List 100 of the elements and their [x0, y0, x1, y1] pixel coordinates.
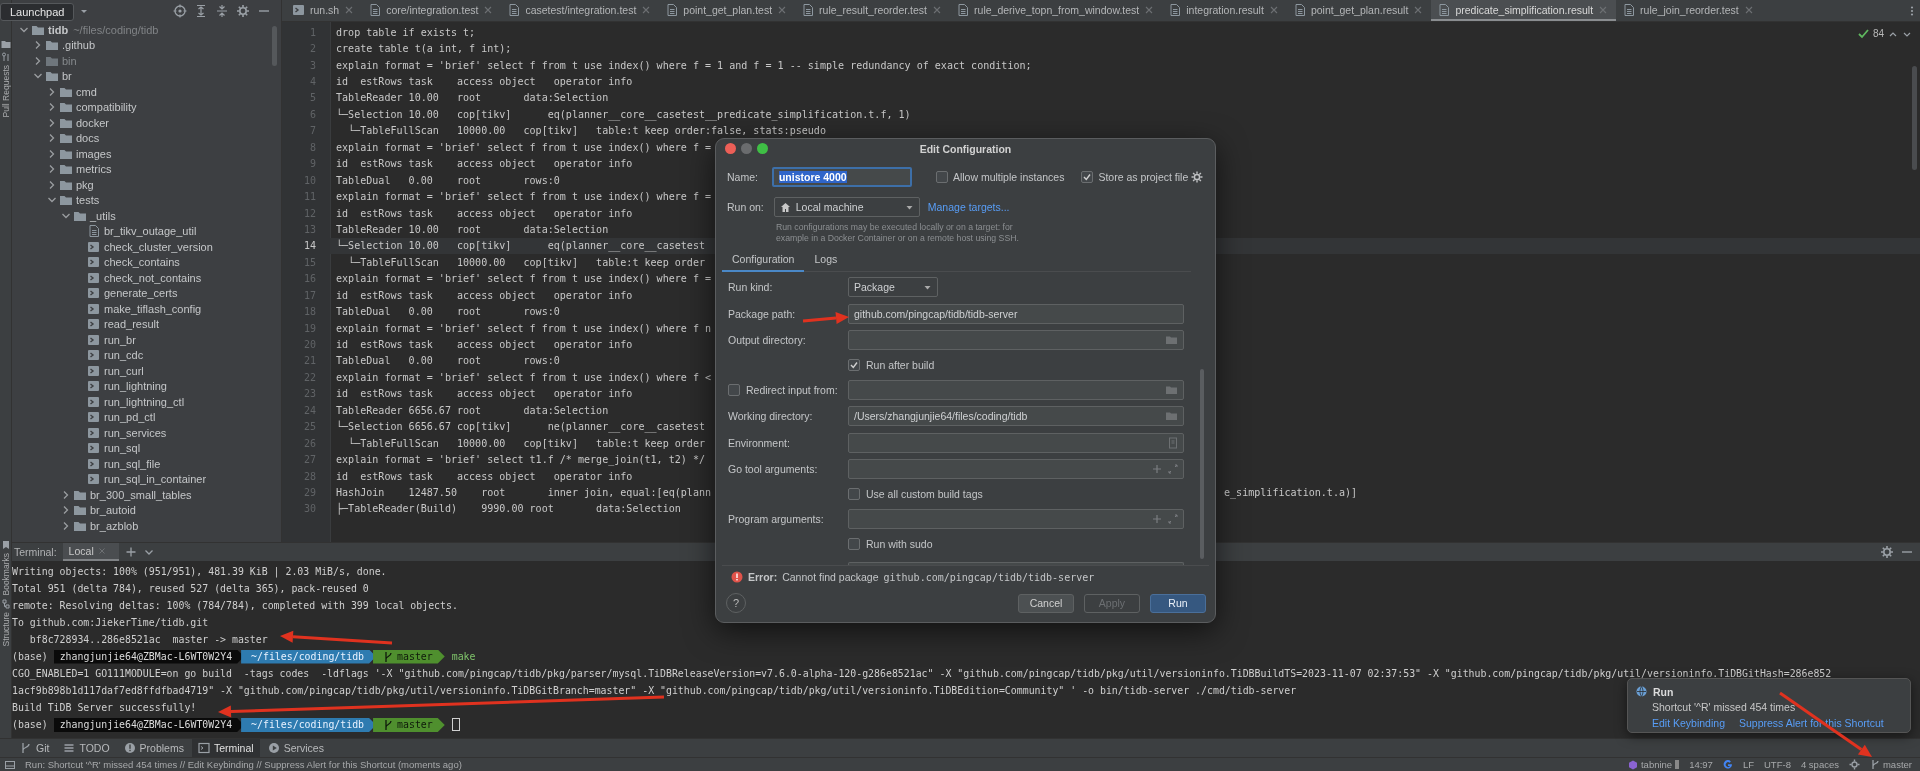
text-field[interactable] — [848, 432, 1184, 453]
minimize-button[interactable] — [741, 143, 752, 154]
tree-item[interactable]: tidb — [48, 23, 69, 36]
tool-window-button[interactable]: Problems — [117, 739, 190, 757]
name-field[interactable]: unistore 4000 — [771, 167, 912, 187]
terminal-tab[interactable]: Local — [62, 543, 119, 561]
scrollbar-thumb[interactable] — [1912, 66, 1917, 170]
folder-icon[interactable] — [0, 39, 11, 49]
editor-tab[interactable]: rule_join_reorder.test — [1616, 0, 1762, 21]
tree-item[interactable]: run_br — [104, 333, 136, 346]
status-item[interactable]: 14:97 — [1689, 759, 1713, 770]
tree-item[interactable]: br_autoid — [90, 504, 136, 517]
expand-all-icon[interactable] — [194, 4, 208, 18]
tool-window-button[interactable]: Services — [261, 739, 330, 757]
tree-item[interactable]: br_tikv_outage_util — [104, 225, 197, 238]
folder-icon[interactable] — [1165, 334, 1178, 347]
status-item[interactable]: tabnine — [1640, 759, 1673, 770]
tree-item[interactable]: run_pd_ctl — [104, 411, 156, 424]
collapse-all-icon[interactable] — [215, 4, 229, 18]
tree-item[interactable]: cmd — [76, 85, 97, 98]
editor-tab[interactable]: predicate_simplification.result — [1431, 0, 1617, 21]
tree-item[interactable]: check_cluster_version — [104, 240, 213, 253]
tree-item[interactable]: check_contains — [104, 256, 180, 269]
inspection-count[interactable]: 84 — [1872, 28, 1884, 39]
tool-window-button[interactable]: Git — [14, 739, 56, 757]
close-button[interactable] — [725, 143, 736, 154]
tree-item[interactable]: run_sql_file — [104, 457, 161, 470]
text-field[interactable] — [848, 508, 1184, 529]
document-icon[interactable] — [1168, 436, 1178, 449]
run-button[interactable]: Run — [1150, 593, 1206, 613]
tree-item[interactable]: docker — [76, 116, 110, 129]
editor-tab[interactable]: rule_result_reorder.test — [795, 0, 951, 21]
bookmark-icon[interactable] — [0, 540, 11, 551]
text-field[interactable]: github.com/pingcap/tidb/tidb-server — [848, 303, 1184, 324]
tree-item[interactable]: pkg — [76, 178, 94, 191]
add-icon[interactable] — [124, 546, 137, 558]
add-icon[interactable] — [1152, 513, 1162, 524]
tree-item[interactable]: read_result — [104, 318, 160, 331]
tree-item[interactable]: check_not_contains — [104, 271, 202, 284]
dialog-tab[interactable]: Logs — [804, 247, 848, 272]
maximize-button[interactable] — [757, 143, 768, 154]
tree-item[interactable]: br — [62, 70, 72, 83]
tree-item[interactable]: run_sql — [104, 442, 141, 455]
text-field[interactable] — [848, 379, 1184, 400]
tool-window-label[interactable]: Pull Requests — [0, 65, 11, 118]
editor-tab[interactable]: point_get_plan.test — [659, 0, 796, 21]
text-field[interactable] — [848, 459, 1184, 480]
close-icon[interactable] — [96, 546, 107, 556]
tree-item[interactable]: run_curl — [104, 364, 144, 377]
settings-icon[interactable] — [1191, 171, 1204, 183]
tool-window-button[interactable]: TODO — [57, 739, 116, 757]
expand-icon[interactable] — [1168, 513, 1178, 524]
tool-window-label[interactable]: Structure — [0, 611, 11, 647]
editor-tab[interactable]: casetest/integration.test — [501, 0, 660, 21]
tree-item[interactable]: run_lightning — [104, 380, 167, 393]
editor-tab[interactable]: run.sh — [286, 0, 363, 21]
tree-item[interactable]: .github — [62, 39, 96, 52]
status-item[interactable]: UTF-8 — [1764, 759, 1791, 770]
checkbox[interactable] — [935, 171, 948, 183]
editor-tab[interactable]: integration.result — [1162, 0, 1287, 21]
checkbox[interactable] — [728, 383, 740, 396]
structure-icon[interactable] — [0, 598, 11, 609]
folder-icon[interactable] — [1165, 410, 1178, 423]
tree-item[interactable]: run_lightning_ctl — [104, 395, 185, 408]
dialog-tab[interactable]: Configuration — [722, 247, 805, 272]
tree-item[interactable]: images — [76, 147, 112, 160]
tree-item[interactable]: br_300_small_tables — [90, 488, 192, 501]
more-icon[interactable] — [1910, 4, 1914, 17]
editor-tab[interactable]: core/integration.test — [362, 0, 502, 21]
locate-icon[interactable] — [173, 4, 187, 18]
settings-icon[interactable] — [1880, 545, 1894, 559]
cancel-button[interactable]: Cancel — [1018, 593, 1074, 613]
tree-item[interactable]: run_cdc — [104, 349, 144, 362]
expand-icon[interactable] — [1168, 464, 1178, 475]
run-on-dropdown[interactable]: Local machine — [773, 197, 920, 217]
tree-item[interactable]: compatibility — [76, 101, 137, 114]
tree-item[interactable]: generate_certs — [104, 287, 178, 300]
status-item[interactable]: LF — [1742, 759, 1754, 770]
checkbox[interactable] — [848, 488, 860, 500]
checkbox[interactable] — [848, 359, 860, 371]
tree-item[interactable]: metrics — [76, 163, 112, 176]
tree-item[interactable]: run_services — [104, 426, 167, 439]
run-kind-dropdown[interactable]: Package — [848, 277, 938, 298]
manage-targets-link[interactable]: Manage targets... — [927, 201, 1010, 213]
tree-item[interactable]: _utils — [90, 209, 116, 222]
pull-request-icon[interactable] — [0, 52, 11, 62]
panel-icon[interactable] — [5, 759, 15, 770]
tree-item[interactable]: docs — [76, 132, 100, 145]
editor-tab[interactable]: rule_derive_topn_from_window.test — [950, 0, 1163, 21]
tree-item[interactable]: make_tiflash_config — [104, 302, 202, 315]
status-message[interactable]: Run: Shortcut '^R' missed 454 times // Edit Keybinding // Suppress Alert for this Shortcut (moments ago) — [25, 759, 462, 770]
scrollbar-thumb[interactable] — [272, 26, 277, 66]
text-field[interactable]: /Users/zhangjunjie64/files/coding/tidb — [848, 406, 1184, 427]
add-icon[interactable] — [1152, 464, 1162, 475]
checkbox[interactable] — [1081, 171, 1094, 183]
tree-item[interactable]: tests — [76, 194, 100, 207]
settings-icon[interactable] — [236, 4, 250, 18]
tree-item[interactable]: run_sql_in_container — [104, 473, 207, 486]
editor-tab[interactable]: point_get_plan.result — [1286, 0, 1432, 21]
tool-window-label[interactable]: Bookmarks — [0, 553, 11, 596]
